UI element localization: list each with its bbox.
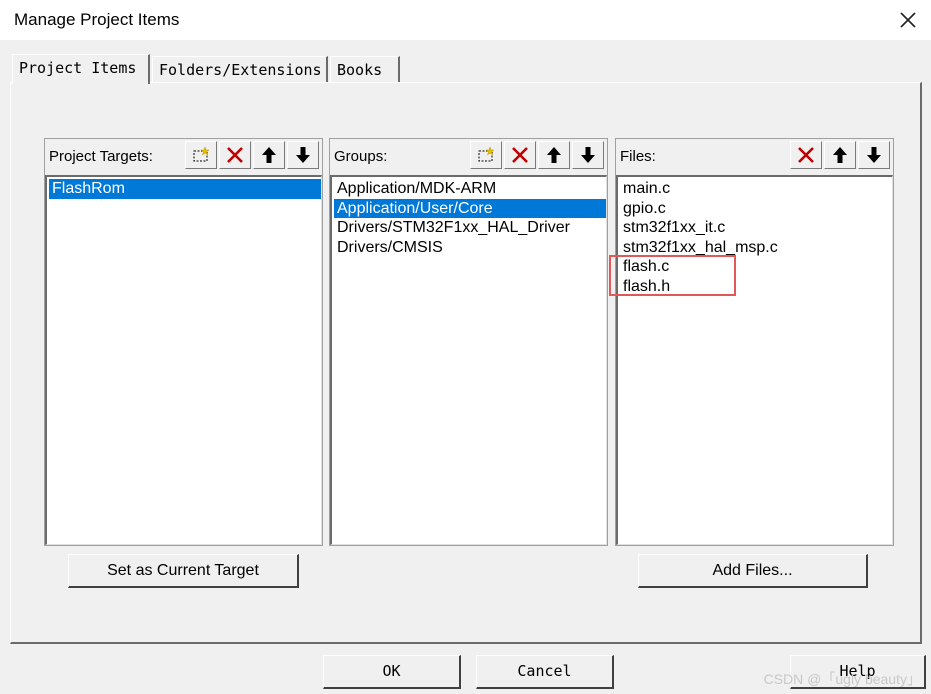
list-item[interactable]: flash.h [620, 277, 892, 297]
tab-project-items[interactable]: Project Items [12, 54, 150, 84]
move-file-down-button[interactable] [858, 141, 890, 169]
new-group-button[interactable] [470, 141, 502, 169]
move-down-icon [867, 147, 881, 163]
groups-list[interactable]: Application/MDK-ARM Application/User/Cor… [330, 175, 607, 545]
files-header: Files: [616, 139, 893, 175]
delete-icon [512, 147, 528, 163]
delete-group-button[interactable] [504, 141, 536, 169]
files-pane: Files: main.c gpio.c stm32f1xx_it.c stm3… [615, 138, 894, 546]
tab-folders-extensions[interactable]: Folders/Extensions [152, 56, 328, 82]
project-targets-header: Project Targets: [45, 139, 322, 175]
tab-books[interactable]: Books [330, 56, 400, 82]
title-bar: Manage Project Items [0, 0, 931, 40]
move-up-icon [833, 147, 847, 163]
delete-target-button[interactable] [219, 141, 251, 169]
list-item[interactable]: Drivers/STM32F1xx_HAL_Driver [334, 218, 606, 238]
window-title: Manage Project Items [14, 10, 180, 29]
list-item[interactable]: flash.c [620, 257, 892, 277]
project-targets-label: Project Targets: [49, 148, 153, 165]
close-button[interactable] [893, 6, 923, 34]
move-up-icon [547, 147, 561, 163]
list-item[interactable]: stm32f1xx_it.c [620, 218, 892, 238]
watermark: CSDN @「ugly beauty」 [763, 671, 921, 687]
add-files-button[interactable]: Add Files... [638, 554, 868, 588]
groups-pane: Groups: Application/MDK-ARM Application/… [329, 138, 608, 546]
list-item[interactable]: FlashRom [49, 179, 321, 199]
new-item-icon [478, 146, 495, 162]
delete-file-button[interactable] [790, 141, 822, 169]
groups-label: Groups: [334, 148, 388, 165]
ok-button[interactable]: OK [323, 655, 461, 689]
cancel-button[interactable]: Cancel [476, 655, 614, 689]
set-current-target-button[interactable]: Set as Current Target [68, 554, 299, 588]
list-item[interactable]: Application/MDK-ARM [334, 179, 606, 199]
list-item[interactable]: Application/User/Core [334, 198, 606, 219]
project-targets-pane: Project Targets: FlashRom [44, 138, 323, 546]
move-group-up-button[interactable] [538, 141, 570, 169]
list-item[interactable]: main.c [620, 179, 892, 199]
list-item[interactable]: stm32f1xx_hal_msp.c [620, 238, 892, 258]
close-icon [900, 12, 916, 28]
move-group-down-button[interactable] [572, 141, 604, 169]
move-file-up-button[interactable] [824, 141, 856, 169]
files-list[interactable]: main.c gpio.c stm32f1xx_it.c stm32f1xx_h… [616, 175, 893, 545]
project-targets-list[interactable]: FlashRom [45, 175, 322, 545]
delete-icon [227, 147, 243, 163]
new-target-button[interactable] [185, 141, 217, 169]
groups-header: Groups: [330, 139, 607, 175]
move-target-down-button[interactable] [287, 141, 319, 169]
move-down-icon [296, 147, 310, 163]
move-up-icon [262, 147, 276, 163]
move-target-up-button[interactable] [253, 141, 285, 169]
files-label: Files: [620, 148, 656, 165]
list-item[interactable]: Drivers/CMSIS [334, 238, 606, 258]
list-item[interactable]: gpio.c [620, 199, 892, 219]
move-down-icon [581, 147, 595, 163]
delete-icon [798, 147, 814, 163]
new-item-icon [193, 146, 210, 162]
